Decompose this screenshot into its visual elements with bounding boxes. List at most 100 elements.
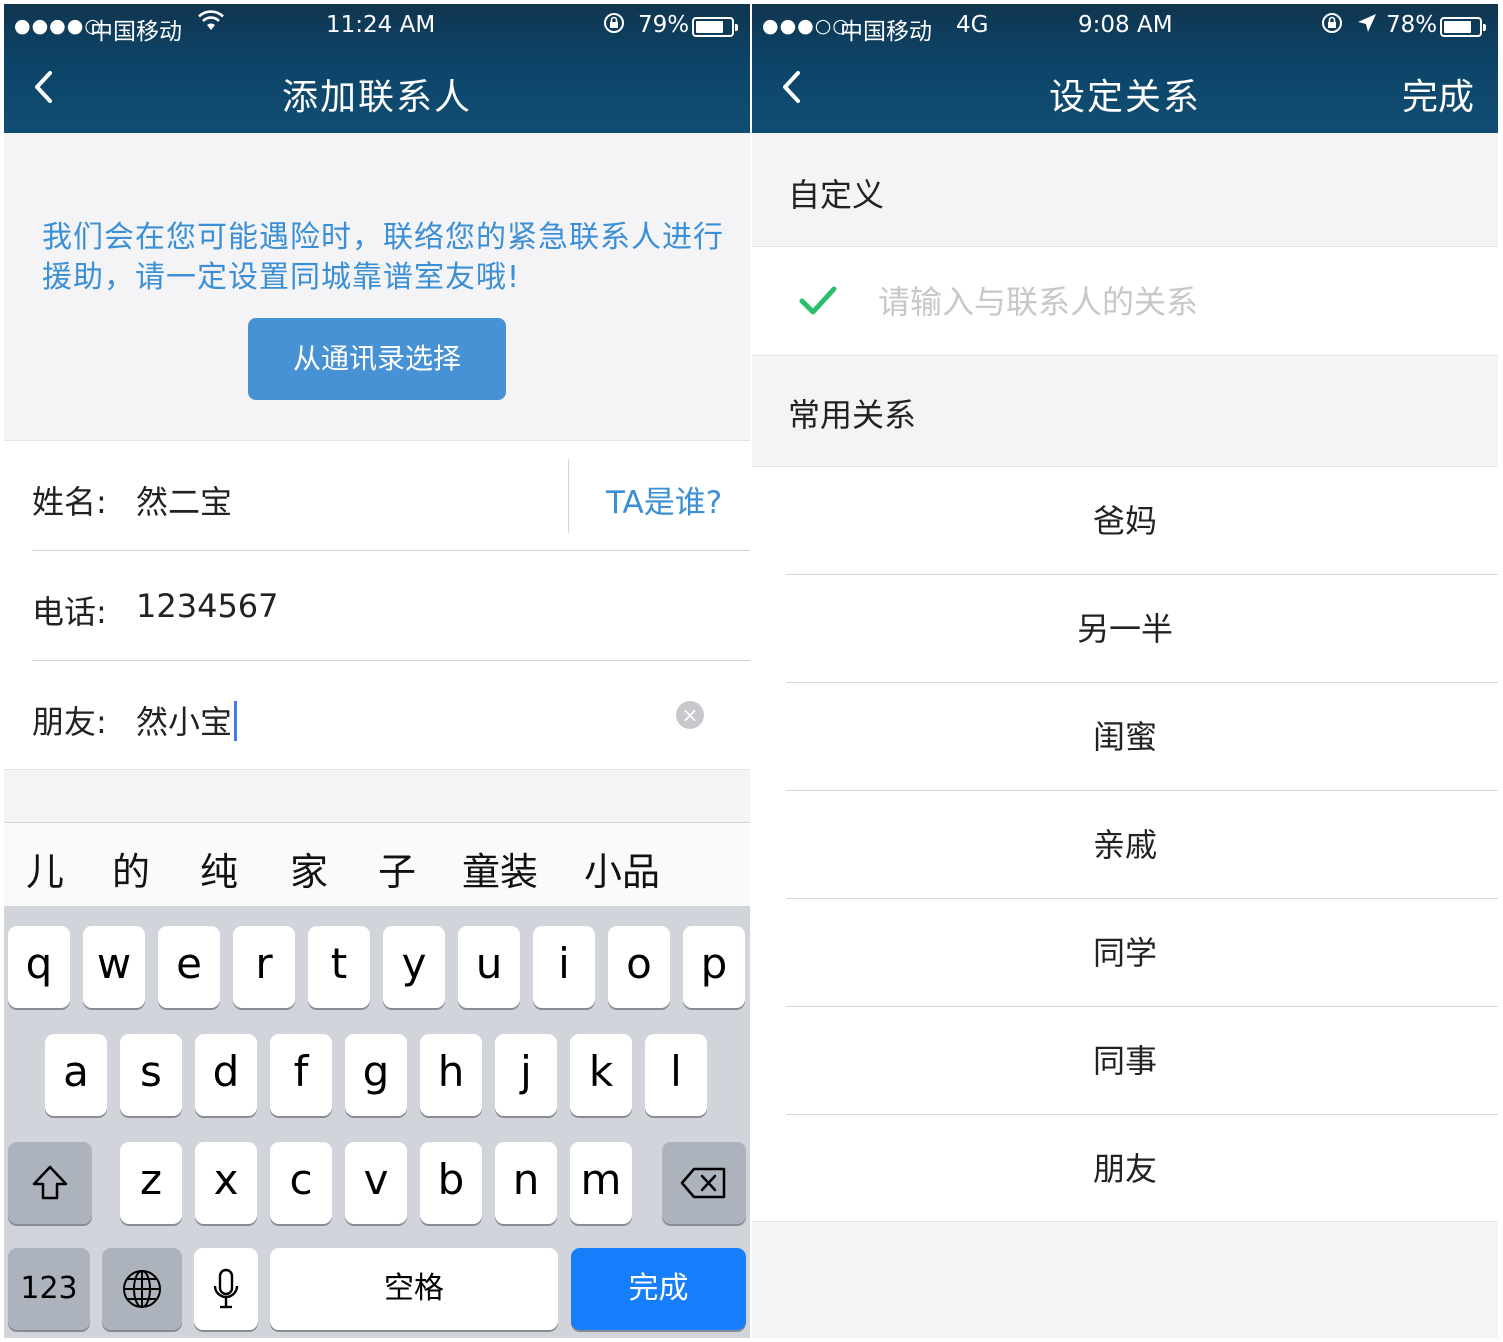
status-bar: ●●●○○ 中国移动 4G 9:08 AM 78%: [752, 4, 1498, 48]
key-b[interactable]: b: [420, 1142, 482, 1224]
key-x[interactable]: x: [195, 1142, 257, 1224]
rotation-lock-icon: [1320, 11, 1344, 41]
list-item[interactable]: 爸妈: [752, 467, 1498, 575]
name-field[interactable]: 然二宝: [136, 477, 232, 523]
key-n[interactable]: n: [495, 1142, 557, 1224]
globe-icon: [123, 1270, 161, 1308]
wifi-icon: [198, 10, 224, 38]
key-g[interactable]: g: [345, 1034, 407, 1116]
battery-icon: [688, 14, 738, 40]
list-item[interactable]: 闺蜜: [752, 683, 1498, 791]
key-i[interactable]: i: [533, 926, 595, 1008]
key-s[interactable]: s: [120, 1034, 182, 1116]
key-w[interactable]: w: [83, 926, 145, 1008]
phone-field[interactable]: 1234567: [136, 587, 279, 625]
key-o[interactable]: o: [608, 926, 670, 1008]
numbers-key[interactable]: 123: [8, 1248, 90, 1330]
relation-row[interactable]: 朋友: 然小宝 ×: [32, 661, 750, 771]
clear-icon[interactable]: ×: [676, 701, 704, 729]
add-contact-screen: ●●●●○ 中国移动 11:24 AM 79% 添加联系人 我们会在您可能遇险时…: [4, 4, 750, 1338]
signal-strength: ●●●●○: [14, 15, 102, 37]
candidate-word[interactable]: 儿: [26, 841, 64, 896]
key-u[interactable]: u: [458, 926, 520, 1008]
custom-relation-row[interactable]: [752, 246, 1498, 356]
carrier-label: 中国移动: [90, 19, 182, 45]
emergency-notice: 我们会在您可能遇险时，联络您的紧急联系人进行援助，请一定设置同城靠谱室友哦!: [42, 220, 724, 295]
contact-form: 姓名: 然二宝 TA是谁? 电话: 1234567 朋友: 然小宝 ×: [4, 440, 750, 770]
key-k[interactable]: k: [570, 1034, 632, 1116]
microphone-icon: [213, 1268, 239, 1309]
name-row[interactable]: 姓名: 然二宝 TA是谁?: [32, 441, 750, 551]
signal-strength: ●●●○○: [762, 15, 850, 37]
key-y[interactable]: y: [383, 926, 445, 1008]
select-from-contacts-button[interactable]: 从通讯录选择: [248, 318, 506, 400]
key-f[interactable]: f: [270, 1034, 332, 1116]
custom-section-label: 自定义: [788, 176, 885, 214]
key-l[interactable]: l: [645, 1034, 707, 1116]
key-q[interactable]: q: [8, 926, 70, 1008]
shift-key[interactable]: [8, 1142, 92, 1224]
key-r[interactable]: r: [233, 926, 295, 1008]
list-item[interactable]: 同事: [752, 1007, 1498, 1115]
key-c[interactable]: c: [270, 1142, 332, 1224]
key-e[interactable]: e: [158, 926, 220, 1008]
nav-bar: ●●●●○ 中国移动 11:24 AM 79% 添加联系人: [4, 4, 750, 133]
network-type: 4G: [956, 12, 989, 38]
key-d[interactable]: d: [195, 1034, 257, 1116]
candidate-word[interactable]: 纯: [200, 841, 238, 896]
list-item[interactable]: 亲戚: [752, 791, 1498, 899]
list-item[interactable]: 另一半: [752, 575, 1498, 683]
space-key[interactable]: 空格: [270, 1248, 558, 1330]
candidate-word[interactable]: 童装: [462, 841, 538, 896]
relation-label: 另一半: [1076, 610, 1173, 648]
shift-icon: [32, 1165, 68, 1200]
phone-label: 电话:: [32, 593, 107, 631]
key-m[interactable]: m: [570, 1142, 632, 1224]
backspace-key[interactable]: [662, 1142, 746, 1224]
candidate-word[interactable]: 子: [378, 841, 416, 896]
set-relation-screen: ●●●○○ 中国移动 4G 9:08 AM 78% 设定关系 完成 自定义 常用…: [752, 4, 1498, 1338]
candidate-bar: 儿 的 纯 家 子 童装 小品: [4, 822, 750, 906]
key-a[interactable]: a: [45, 1034, 107, 1116]
globe-key[interactable]: [102, 1248, 182, 1330]
candidate-word[interactable]: 的: [112, 841, 150, 896]
who-is-ta-link[interactable]: TA是谁?: [606, 477, 722, 522]
relation-field[interactable]: 然小宝: [136, 697, 238, 743]
relation-label: 亲戚: [1092, 826, 1157, 864]
status-bar: ●●●●○ 中国移动 11:24 AM 79%: [4, 4, 750, 48]
relation-label: 同事: [1092, 1042, 1157, 1080]
done-button[interactable]: 完成: [1402, 68, 1474, 120]
carrier-label: 中国移动: [840, 19, 932, 45]
backspace-icon: [680, 1167, 726, 1199]
battery-percent: 78%: [1386, 12, 1438, 38]
key-h[interactable]: h: [420, 1034, 482, 1116]
name-label: 姓名:: [32, 483, 107, 521]
page-title: 添加联系人: [281, 77, 472, 118]
relation-label: 同学: [1092, 934, 1157, 972]
key-t[interactable]: t: [308, 926, 370, 1008]
battery-percent: 79%: [638, 12, 690, 38]
key-p[interactable]: p: [683, 926, 745, 1008]
keyboard-done-key[interactable]: 完成: [571, 1248, 746, 1330]
text-cursor: [234, 701, 238, 741]
microphone-key[interactable]: [194, 1248, 258, 1330]
phone-row[interactable]: 电话: 1234567: [32, 551, 750, 661]
list-item[interactable]: 同学: [752, 899, 1498, 1007]
candidate-word[interactable]: 家: [290, 841, 328, 896]
custom-relation-input[interactable]: [878, 277, 1458, 327]
list-item[interactable]: 朋友: [752, 1115, 1498, 1223]
keyboard: q w e r t y u i o p a s d f g h j k l z …: [4, 906, 750, 1338]
key-j[interactable]: j: [495, 1034, 557, 1116]
relation-value: 然小宝: [136, 703, 233, 741]
key-v[interactable]: v: [345, 1142, 407, 1224]
location-icon: [1356, 12, 1378, 40]
relation-label: 朋友: [1092, 1150, 1157, 1188]
checkmark-icon: [799, 286, 837, 315]
status-time: 9:08 AM: [1078, 12, 1173, 38]
key-z[interactable]: z: [120, 1142, 182, 1224]
rotation-lock-icon: [602, 11, 626, 41]
relation-list: 爸妈 另一半 闺蜜 亲戚 同学 同事 朋友: [752, 466, 1498, 1222]
relation-label: 爸妈: [1092, 502, 1157, 540]
candidate-word[interactable]: 小品: [584, 841, 660, 896]
nav-bar: ●●●○○ 中国移动 4G 9:08 AM 78% 设定关系 完成: [752, 4, 1498, 133]
